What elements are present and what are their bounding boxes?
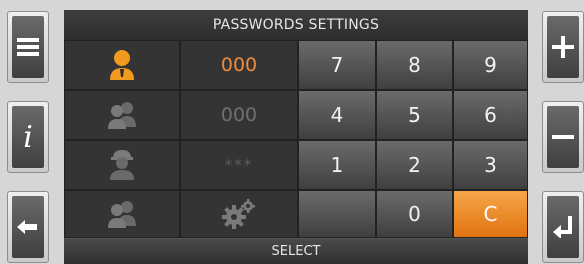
user-active-icon xyxy=(110,50,134,80)
worker-helmet-icon xyxy=(110,150,134,180)
key-blank xyxy=(298,190,376,238)
user-row-1-icon-cell[interactable] xyxy=(64,40,180,90)
gears-icon xyxy=(222,199,255,229)
key-7[interactable]: 7 xyxy=(298,40,376,90)
key-5[interactable]: 5 xyxy=(376,90,453,140)
user-row-2-password[interactable]: 000 xyxy=(180,90,298,140)
plus-icon xyxy=(547,16,579,78)
key-0[interactable]: 0 xyxy=(376,190,453,238)
enter-button[interactable] xyxy=(542,191,584,263)
back-button[interactable] xyxy=(7,191,49,263)
key-2[interactable]: 2 xyxy=(376,140,453,190)
user-row-4-settings[interactable] xyxy=(180,190,298,238)
plus-button[interactable] xyxy=(542,11,584,83)
user-row-3-password[interactable]: *** xyxy=(180,140,298,190)
enter-icon xyxy=(547,196,579,258)
key-4[interactable]: 4 xyxy=(298,90,376,140)
minus-icon xyxy=(547,106,579,168)
user-row-4-icon-cell[interactable] xyxy=(64,190,180,238)
key-9[interactable]: 9 xyxy=(453,40,528,90)
key-6[interactable]: 6 xyxy=(453,90,528,140)
info-icon: i xyxy=(12,106,44,168)
menu-button[interactable] xyxy=(7,11,49,83)
users-group-icon xyxy=(108,201,136,228)
password-value: 000 xyxy=(220,54,258,76)
select-label: SELECT xyxy=(271,244,321,259)
menu-icon xyxy=(12,16,44,78)
users-group-icon xyxy=(108,102,136,129)
passwords-panel: PASSWORDS SETTINGS 000 000 *** 7 8 9 4 5… xyxy=(64,10,528,264)
back-arrow-icon xyxy=(12,196,44,258)
user-row-2-icon-cell[interactable] xyxy=(64,90,180,140)
password-value: 000 xyxy=(220,104,258,126)
minus-button[interactable] xyxy=(542,101,584,173)
key-1[interactable]: 1 xyxy=(298,140,376,190)
info-button[interactable]: i xyxy=(7,101,49,173)
user-row-1-password[interactable]: 000 xyxy=(180,40,298,90)
password-value: *** xyxy=(224,156,254,174)
key-8[interactable]: 8 xyxy=(376,40,453,90)
key-clear[interactable]: C xyxy=(453,190,528,238)
select-button[interactable]: SELECT xyxy=(64,238,528,264)
key-3[interactable]: 3 xyxy=(453,140,528,190)
page-title: PASSWORDS SETTINGS xyxy=(64,10,528,40)
user-row-3-icon-cell[interactable] xyxy=(64,140,180,190)
